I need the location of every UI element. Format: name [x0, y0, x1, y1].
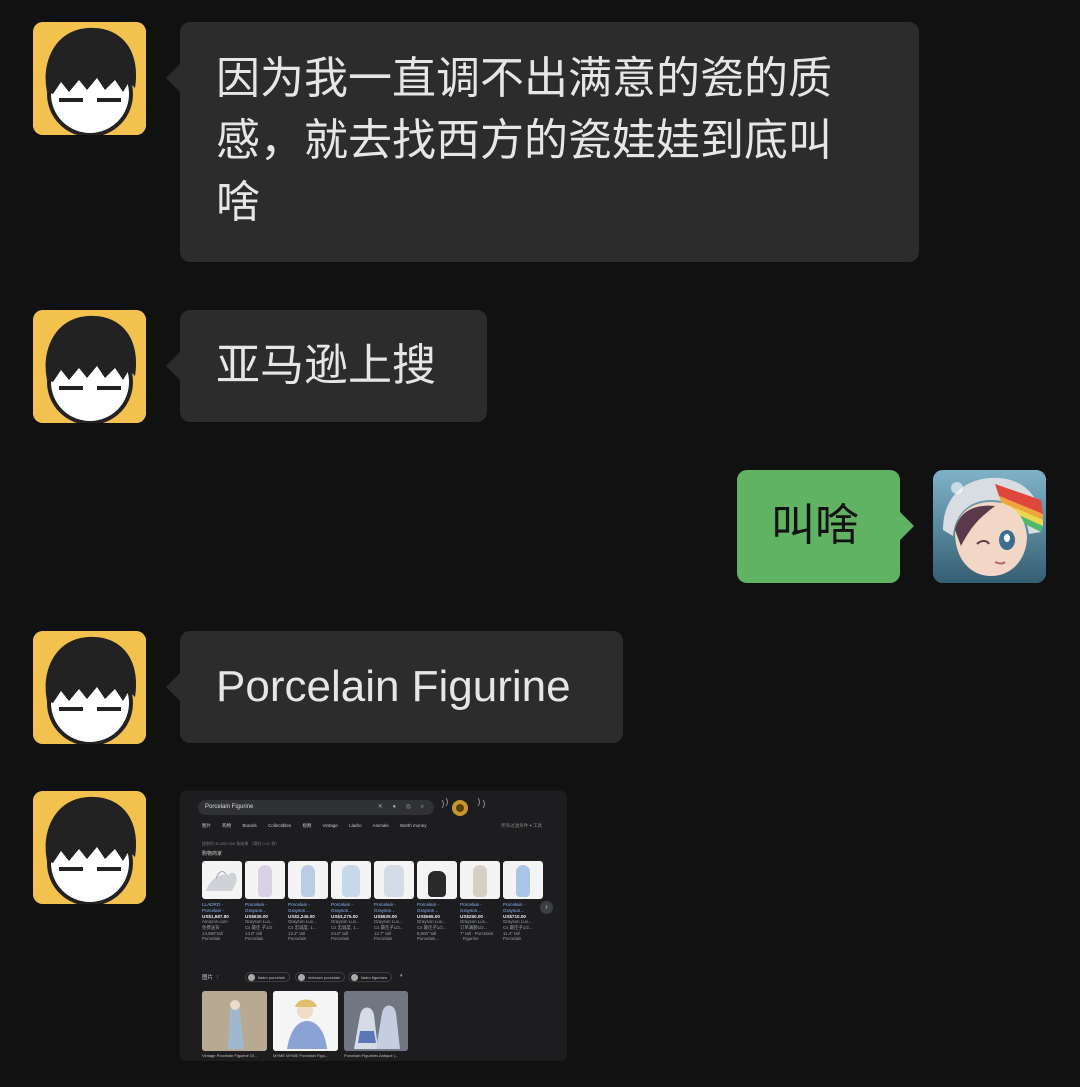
product-card[interactable]: LLADRO - Porcelain - US$1,687.80 Amazon.… — [202, 861, 242, 956]
chip-label: meissen porcelain — [308, 975, 341, 980]
product-title: Porcelain - Grayson... — [245, 902, 267, 913]
tab-animals[interactable]: Animals — [373, 823, 389, 828]
product-desc: · Figurine — [460, 936, 479, 942]
tab-lladro[interactable]: Lladro — [349, 823, 362, 828]
anime-girl-helmet-avatar[interactable] — [933, 470, 1046, 583]
product-title: Porcelain - Grayson... — [460, 902, 482, 913]
message-text-line: 因为我一直调不出满意的瓷的质 — [216, 53, 832, 104]
search-icons: ✕ ● ◎ ⌕ — [377, 804, 428, 810]
message-text: 亚马逊上搜 — [216, 340, 436, 391]
chip-label: lladro porcelain — [258, 975, 286, 980]
product-card[interactable]: Porcelain - Grayson... US$625.00 Grayson… — [374, 861, 414, 956]
product-desc: Porcelain — [245, 936, 264, 942]
message-bubble[interactable]: Porcelain Figurine — [166, 631, 623, 743]
cartoon-avatar[interactable] — [33, 791, 146, 904]
message-text-line: 啥 — [216, 177, 260, 228]
filter-chip[interactable]: meissen porcelain — [295, 972, 346, 982]
search-input: Porcelain Figurine ✕ ● ◎ ⌕ — [198, 800, 434, 815]
product-title: Porcelain - Grayson... — [417, 902, 439, 913]
product-title: LLADRO - Porcelain - — [202, 902, 224, 913]
product-title: Porcelain - Grayson... — [288, 902, 310, 913]
product-card[interactable]: Porcelain - Grayson... US$635.00 Grayson… — [245, 861, 285, 956]
product-desc: Porcelain — [202, 936, 221, 942]
cartoon-avatar[interactable] — [33, 22, 146, 135]
search-query: Porcelain Figurine — [205, 804, 254, 810]
cartoon-avatar[interactable] — [33, 310, 146, 423]
product-desc: Porcelain — [288, 936, 307, 942]
tab-vintage[interactable]: Vintage — [323, 823, 338, 828]
product-desc: Porcelain — [331, 936, 350, 942]
cartoon-avatar[interactable] — [33, 631, 146, 744]
message-text: Porcelain Figurine — [216, 662, 571, 711]
images-section-title: 图片 ⋮ — [202, 975, 221, 981]
gallery-caption: Porcelain Figurines Antique |... — [344, 1053, 399, 1058]
product-title: Porcelain - Grayson... — [503, 902, 525, 913]
tab-brands[interactable]: Brands — [243, 823, 257, 828]
product-card[interactable]: Porcelain - Grayson... US$250.00 Grayson… — [460, 861, 500, 956]
product-card[interactable]: Porcelain - Grayson... US$565.00 Grayson… — [417, 861, 457, 956]
search-tabs: 图片 购物 Brands Collectibles 视频 Vintage Lla… — [202, 823, 552, 829]
tab-videos[interactable]: 视频 — [302, 823, 311, 828]
product-desc: Porcelain — [503, 936, 522, 942]
gallery-image[interactable] — [344, 991, 408, 1051]
doodle-logo-icon — [441, 797, 485, 816]
filters-tools[interactable]: 所有过滤条件 ▾ 工具 — [501, 823, 542, 829]
product-desc: Porcelain — [374, 936, 393, 942]
filter-chip[interactable]: lladro porcelain — [245, 972, 291, 982]
product-title: Porcelain - Grayson... — [331, 902, 353, 913]
tab-images[interactable]: 图片 — [202, 823, 211, 828]
message-bubble[interactable]: 亚马逊上搜 — [166, 310, 487, 422]
tab-shopping[interactable]: 购物 — [222, 823, 231, 828]
product-card[interactable]: Porcelain - Grayson... US$710.00 Grayson… — [503, 861, 543, 956]
gallery-image[interactable] — [202, 991, 267, 1051]
image-message-search-screenshot[interactable]: Porcelain Figurine ✕ ● ◎ ⌕ 图片 购物 Brands … — [180, 791, 567, 1061]
message-bubble[interactable]: 因为我一直调不出满意的瓷的质 感，就去找西方的瓷娃娃到底叫 啥 — [166, 22, 919, 262]
gallery-caption: MYME MYME Porcelain Figu... — [273, 1053, 329, 1058]
product-desc: Porcelain... — [417, 936, 439, 942]
shopping-title: 购物商家 — [202, 851, 223, 857]
images-header-text: 图片 — [202, 975, 214, 981]
result-count: 找到约 32,800,000 条结果 （用时 0.47 秒） — [202, 841, 280, 846]
carousel-next-icon[interactable]: › — [540, 901, 553, 914]
product-title: Porcelain - Grayson... — [374, 902, 396, 913]
tab-collectibles[interactable]: Collectibles — [268, 823, 291, 828]
chip-dropdown-icon[interactable]: ▾ — [400, 973, 403, 979]
filter-chip[interactable]: lladro figurines — [348, 972, 393, 982]
message-text: 叫啥 — [771, 500, 859, 551]
gallery-image[interactable] — [273, 991, 338, 1051]
chip-label: lladro figurines — [361, 975, 388, 980]
tab-worth-money[interactable]: Worth money — [400, 823, 427, 828]
product-card[interactable]: Porcelain - Grayson... US$3,275.00 Grays… — [331, 861, 371, 956]
message-bubble[interactable]: 叫啥 — [737, 470, 914, 583]
message-text-line: 感，就去找西方的瓷娃娃到底叫 — [216, 115, 832, 166]
gallery-caption: Vintage Porcelain Figurine Ol... — [202, 1053, 258, 1058]
product-card[interactable]: Porcelain - Grayson... US$2,245.00 Grays… — [288, 861, 328, 956]
